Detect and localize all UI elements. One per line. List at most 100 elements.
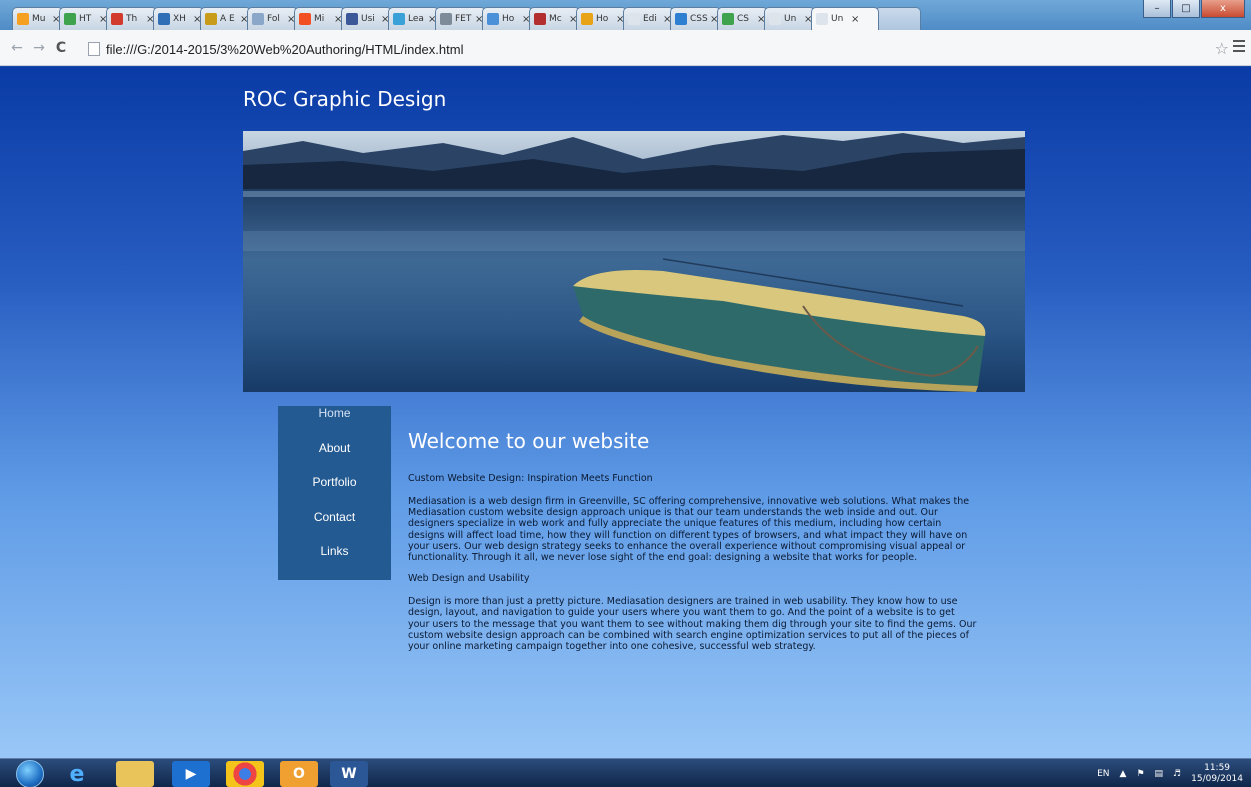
clock-time: 11:59 (1204, 762, 1231, 773)
explorer-icon[interactable] (116, 761, 154, 787)
tab-label: CSS (690, 14, 708, 24)
tab-label: Th (126, 14, 138, 24)
media-player-icon[interactable]: ▶ (172, 761, 210, 787)
tab-label: A E (220, 14, 235, 24)
favicon-icon (675, 13, 687, 25)
tab-list: Mu × HT × Th × XH × A E × Fol × Mi × Usi × Lea × FET × Ho × Mc… (12, 7, 921, 30)
tab-close-icon[interactable]: × (851, 14, 859, 25)
browser-toolbar: ← → C file:///G:/2014-2015/3%20Web%20Aut… (0, 30, 1251, 66)
nav-link-about[interactable]: About (278, 441, 391, 476)
tab-label: Un (831, 14, 844, 24)
favicon-icon (64, 13, 76, 25)
window-controls: – □ x (1143, 0, 1245, 18)
tab-label: Usi (361, 14, 375, 24)
tab-label: FET (455, 14, 472, 24)
browser-tab[interactable]: Ho × (482, 7, 533, 30)
tab-label: HT (79, 14, 92, 24)
forward-icon[interactable]: → (28, 40, 50, 56)
browser-tab[interactable]: Ho × (576, 7, 627, 30)
favicon-icon (534, 13, 546, 25)
browser-tab-strip: Mu × HT × Th × XH × A E × Fol × Mi × Usi × Lea × FET × Ho × Mc… (0, 0, 1251, 30)
tab-label: Lea (408, 14, 424, 24)
favicon-icon (722, 13, 734, 25)
browser-tab[interactable]: Usi × (341, 7, 392, 30)
system-tray: EN ▲ ⚑ ▤ ♬ 11:59 15/09/2014 (1097, 759, 1251, 787)
reload-icon[interactable]: C (50, 40, 72, 56)
banner-image (243, 131, 1025, 392)
section-subheading: Web Design and Usability (408, 573, 530, 585)
browser-tab[interactable]: CS × (717, 7, 768, 30)
browser-tab[interactable]: Th × (106, 7, 157, 30)
main-nav: Home About Portfolio Contact Links (278, 406, 391, 580)
chrome-menu-icon[interactable] (1233, 40, 1245, 52)
bookmark-star-icon[interactable]: ☆ (1215, 39, 1229, 58)
clock-date: 15/09/2014 (1191, 773, 1243, 784)
browser-tab[interactable]: Lea × (388, 7, 439, 30)
favicon-icon (393, 13, 405, 25)
browser-tab[interactable]: Mc × (529, 7, 580, 30)
tab-active[interactable]: Un × (811, 7, 879, 30)
tab-label: Ho (502, 14, 515, 24)
favicon-icon (158, 13, 170, 25)
address-bar[interactable]: file:///G:/2014-2015/3%20Web%20Authoring… (88, 38, 1194, 60)
favicon-icon (205, 13, 217, 25)
browser-tab[interactable]: FET × (435, 7, 486, 30)
usability-paragraph: Design is more than just a pretty pictur… (408, 596, 977, 653)
tab-label: Fol (267, 14, 280, 24)
tab-label: Mc (549, 14, 562, 24)
network-icon[interactable]: ▤ (1155, 769, 1164, 779)
browser-tab[interactable]: HT × (59, 7, 110, 30)
maximize-button[interactable]: □ (1172, 0, 1200, 18)
tab-label: XH (173, 14, 186, 24)
browser-tab[interactable]: Edi × (623, 7, 674, 30)
intro-paragraph: Mediasation is a web design firm in Gree… (408, 496, 970, 564)
lake-boat-illustration (243, 131, 1025, 392)
browser-tab[interactable]: Mi × (294, 7, 345, 30)
browser-tab[interactable]: A E × (200, 7, 251, 30)
tab-label: CS (737, 14, 749, 24)
favicon-icon (769, 13, 781, 25)
favicon-icon (581, 13, 593, 25)
favicon-icon (346, 13, 358, 25)
section-subheading: Custom Website Design: Inspiration Meets… (408, 473, 653, 484)
ie-icon[interactable]: e (58, 761, 96, 787)
back-icon[interactable]: ← (6, 40, 28, 56)
nav-link-home[interactable]: Home (278, 406, 391, 441)
close-window-button[interactable]: x (1201, 0, 1245, 18)
chrome-icon[interactable] (226, 761, 264, 787)
site-title: ROC Graphic Design (243, 87, 447, 111)
page-viewport: ROC Graphic Design Home About Portfolio … (0, 67, 1251, 758)
favicon-icon (111, 13, 123, 25)
favicon-icon (252, 13, 264, 25)
browser-tab[interactable]: CSS × (670, 7, 721, 30)
url-text[interactable]: file:///G:/2014-2015/3%20Web%20Authoring… (106, 42, 463, 57)
nav-link-contact[interactable]: Contact (278, 510, 391, 545)
favicon-icon (628, 13, 640, 25)
welcome-heading: Welcome to our website (408, 429, 650, 453)
minimize-button[interactable]: – (1143, 0, 1171, 18)
nav-link-portfolio[interactable]: Portfolio (278, 475, 391, 510)
browser-tab[interactable]: Mu × (12, 7, 63, 30)
favicon-icon (17, 13, 29, 25)
nav-link-links[interactable]: Links (278, 544, 391, 579)
favicon-icon (299, 13, 311, 25)
favicon-icon (816, 13, 828, 25)
main-content: Welcome to our website Custom Website De… (408, 429, 978, 662)
tab-label: Mu (32, 14, 46, 24)
new-tab-button[interactable] (875, 7, 921, 30)
windows-taskbar: e ▶ O W EN ▲ ⚑ ▤ ♬ 11:59 15/09/2014 (0, 758, 1251, 787)
start-button[interactable] (16, 760, 44, 787)
browser-tab[interactable]: Fol × (247, 7, 298, 30)
browser-tab[interactable]: Un × (764, 7, 815, 30)
tab-label: Edi (643, 14, 657, 24)
outlook-icon[interactable]: O (280, 761, 318, 787)
word-icon[interactable]: W (330, 761, 368, 787)
show-hidden-icons-icon[interactable]: ▲ (1120, 769, 1127, 779)
volume-icon[interactable]: ♬ (1173, 769, 1181, 779)
browser-tab[interactable]: XH × (153, 7, 204, 30)
tab-label: Un (784, 14, 797, 24)
action-center-flag-icon[interactable]: ⚑ (1136, 769, 1144, 779)
language-indicator[interactable]: EN (1097, 769, 1109, 779)
tab-label: Ho (596, 14, 609, 24)
clock[interactable]: 11:59 15/09/2014 (1191, 763, 1243, 785)
